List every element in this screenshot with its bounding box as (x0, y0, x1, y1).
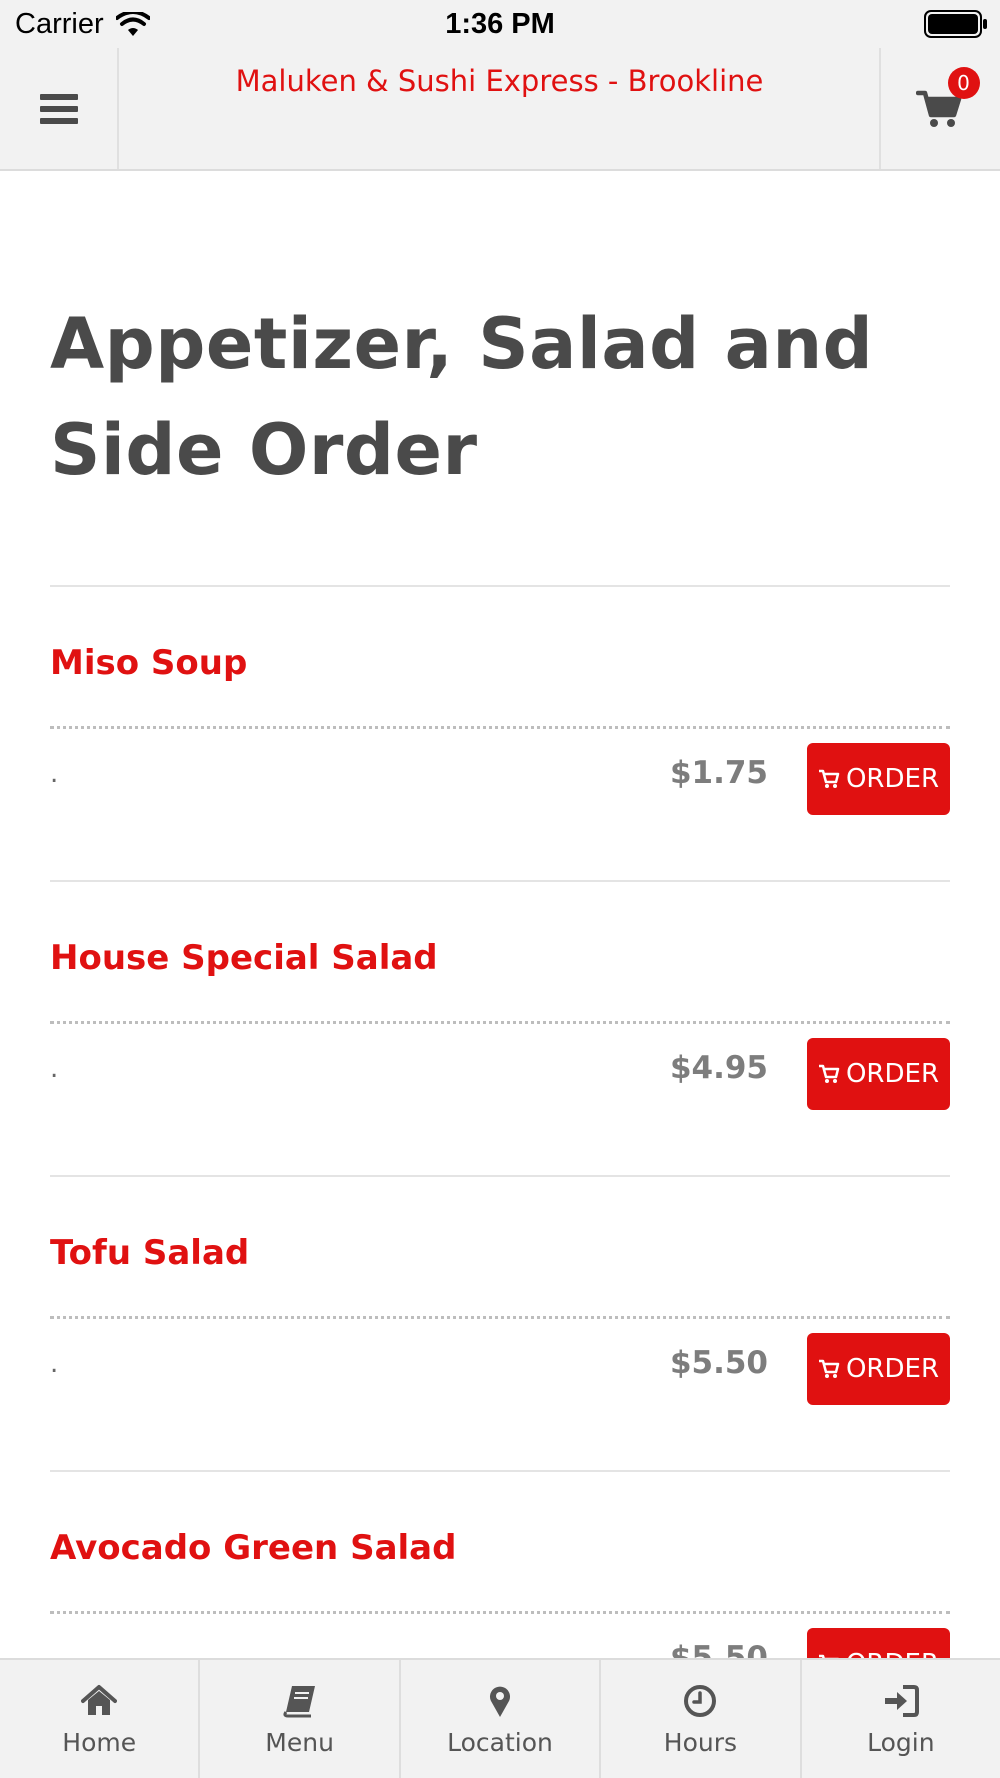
cart-count-badge: 0 (947, 66, 980, 99)
hamburger-menu-button[interactable] (0, 48, 119, 169)
restaurant-title: Maluken & Sushi Express - Brookline (235, 64, 764, 98)
book-icon (283, 1686, 315, 1718)
nav-label: Hours (663, 1728, 738, 1757)
nav-label: Login (867, 1728, 935, 1757)
item-description: . (50, 1054, 59, 1084)
menu-content: Appetizer, Salad and Side Order Miso Sou… (50, 171, 950, 1765)
clock-icon (684, 1685, 717, 1717)
cart-icon (818, 1359, 840, 1378)
order-button[interactable]: ORDER (807, 1333, 950, 1405)
app-header: Maluken & Sushi Express - Brookline 0 (0, 48, 1000, 171)
sign-in-icon (884, 1685, 919, 1717)
order-button-label: ORDER (845, 764, 940, 794)
item-name[interactable]: Avocado Green Salad (50, 1528, 456, 1568)
cart-button[interactable]: 0 (879, 48, 1000, 169)
nav-location[interactable]: Location (401, 1660, 602, 1778)
nav-login[interactable]: Login (802, 1660, 1000, 1778)
menu-item: House Special Salad . $4.95 ORDER (50, 880, 950, 1175)
nav-menu[interactable]: Menu (200, 1660, 401, 1778)
nav-hours[interactable]: Hours (601, 1660, 802, 1778)
cart-icon (818, 1064, 840, 1083)
page-title-line-2: Side Order (50, 409, 478, 491)
dotted-divider (50, 1316, 950, 1319)
order-button[interactable]: ORDER (807, 743, 950, 815)
item-name[interactable]: Tofu Salad (50, 1233, 249, 1273)
item-price: $1.75 (669, 755, 768, 791)
item-name[interactable]: Miso Soup (50, 643, 247, 683)
order-button-label: ORDER (845, 1354, 940, 1384)
dotted-divider (50, 1611, 950, 1614)
item-description: . (50, 1349, 59, 1379)
nav-label: Location (447, 1728, 553, 1757)
menu-item: Miso Soup . $1.75 ORDER (50, 585, 950, 880)
item-name[interactable]: House Special Salad (50, 938, 438, 978)
order-button[interactable]: ORDER (807, 1038, 950, 1110)
home-icon (81, 1685, 118, 1715)
battery-icon (924, 10, 987, 38)
nav-home[interactable]: Home (0, 1660, 201, 1778)
map-pin-icon (490, 1686, 511, 1717)
dotted-divider (50, 1021, 950, 1024)
nav-label: Menu (265, 1728, 334, 1757)
dotted-divider (50, 726, 950, 729)
status-bar: Carrier 1:36 PM (0, 0, 1000, 48)
item-description: . (50, 759, 59, 789)
item-price: $5.50 (669, 1345, 768, 1381)
order-button-label: ORDER (845, 1059, 940, 1089)
status-time: 1:36 PM (445, 8, 555, 40)
page-title-line-1: Appetizer, Salad and (50, 303, 874, 385)
hamburger-icon (39, 93, 78, 124)
menu-list: Miso Soup . $1.75 ORDER House Special Sa… (50, 585, 950, 1765)
item-price: $4.95 (669, 1050, 768, 1086)
cart-icon (818, 769, 840, 788)
bottom-nav: Home Menu Location Hours Login (0, 1658, 1000, 1778)
page-title: Appetizer, Salad and Side Order (50, 291, 950, 503)
menu-item: Tofu Salad . $5.50 ORDER (50, 1175, 950, 1470)
nav-label: Home (62, 1728, 137, 1757)
